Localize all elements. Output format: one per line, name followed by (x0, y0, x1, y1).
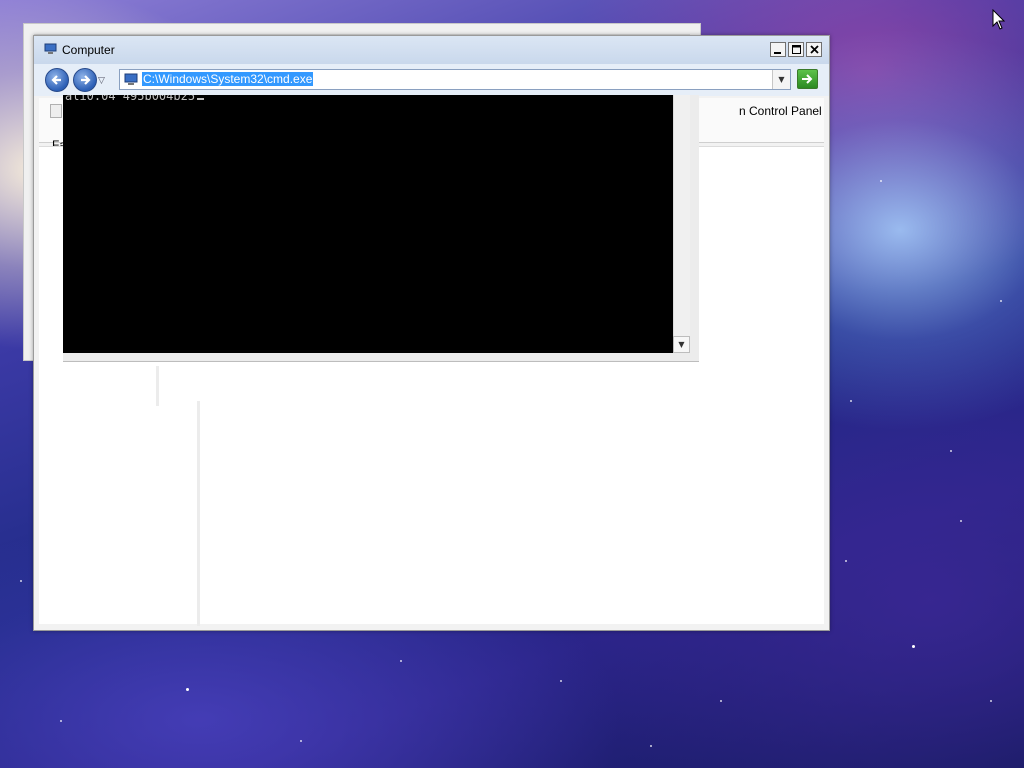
close-button[interactable] (806, 42, 822, 57)
address-dropdown-button[interactable]: ▼ (772, 70, 790, 89)
console-line: ali0.04 495b004b25 (65, 95, 196, 103)
navigation-pane-divider-upper (156, 366, 159, 406)
back-button[interactable] (45, 68, 69, 92)
minimize-icon (774, 52, 781, 54)
address-input[interactable]: C:\Windows\System32\cmd.exe (142, 72, 314, 86)
navigation-pane-divider[interactable] (197, 401, 200, 626)
arrow-right-icon (81, 75, 91, 85)
go-arrow-icon (802, 74, 813, 84)
go-button[interactable] (797, 69, 818, 89)
arrow-left-icon (51, 75, 61, 85)
close-icon (809, 45, 819, 54)
recent-pages-dropdown[interactable]: ▽ (98, 76, 105, 86)
console-window-bottom-edge (63, 353, 699, 362)
forward-button[interactable] (73, 68, 97, 92)
title-bar[interactable]: Computer (34, 36, 829, 64)
address-bar[interactable]: C:\Windows\System32\cmd.exe ▼ (119, 69, 791, 90)
navigation-bar: ▽ C:\Windows\System32\cmd.exe ▼ (34, 64, 829, 96)
window-title: Computer (62, 43, 115, 57)
console-text: ali0.04 495b004b25 (65, 95, 205, 103)
document-icon[interactable] (50, 104, 62, 118)
computer-icon (44, 43, 57, 54)
vertical-scrollbar[interactable] (673, 95, 691, 353)
computer-icon (124, 73, 138, 85)
console-window[interactable]: ali0.04 495b004b25 ▼ (63, 95, 699, 362)
maximize-button[interactable] (788, 42, 804, 57)
console-cursor (197, 98, 205, 100)
mouse-pointer-icon (992, 9, 1006, 30)
control-panel-button[interactable]: n Control Panel (739, 104, 822, 118)
console-output[interactable]: ali0.04 495b004b25 (63, 95, 673, 353)
scroll-down-button[interactable]: ▼ (673, 336, 690, 353)
console-window-edge (690, 95, 699, 353)
minimize-button[interactable] (770, 42, 786, 57)
maximize-icon (791, 45, 801, 54)
